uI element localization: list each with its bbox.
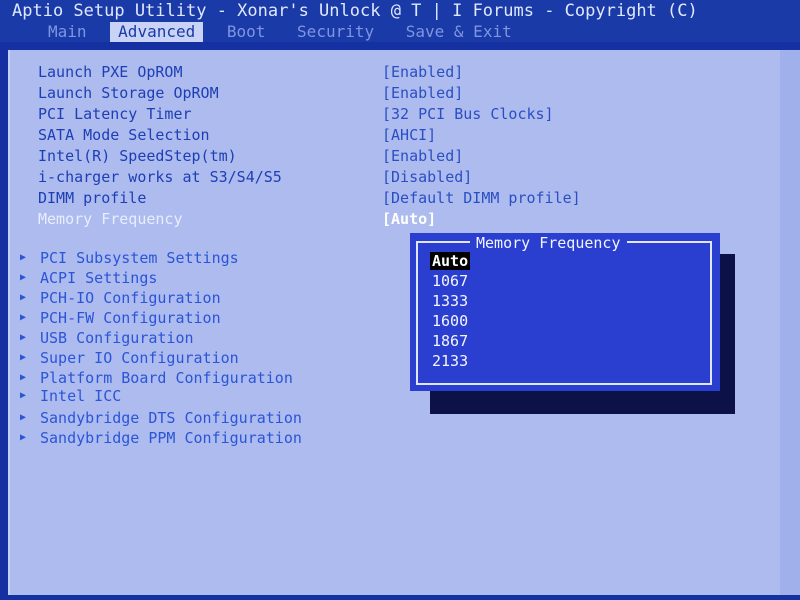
submenu-sandybridge-dts[interactable]: ▶ Sandybridge DTS Configuration bbox=[10, 408, 410, 428]
setting-label: PCI Latency Timer bbox=[38, 105, 192, 123]
submenu-sandybridge-ppm[interactable]: ▶ Sandybridge PPM Configuration bbox=[10, 428, 410, 448]
triangle-right-icon: ▶ bbox=[20, 292, 27, 303]
submenu-label: Intel ICC bbox=[40, 387, 122, 405]
setting-value[interactable]: [Enabled] bbox=[382, 83, 463, 104]
tab-main[interactable]: Main bbox=[40, 22, 95, 42]
triangle-right-icon: ▶ bbox=[20, 332, 27, 343]
tab-advanced[interactable]: Advanced bbox=[110, 22, 204, 42]
setting-value[interactable]: [32 PCI Bus Clocks] bbox=[382, 104, 554, 125]
setting-launch-storage-oprom[interactable]: Launch Storage OpROM [Enabled] bbox=[10, 83, 770, 104]
setting-value[interactable]: [Enabled] bbox=[382, 62, 463, 83]
setting-label: Launch PXE OpROM bbox=[38, 63, 183, 81]
triangle-right-icon: ▶ bbox=[20, 432, 27, 443]
tab-boot[interactable]: Boot bbox=[219, 22, 274, 42]
triangle-right-icon: ▶ bbox=[20, 390, 27, 401]
setting-memory-frequency[interactable]: Memory Frequency [Auto] bbox=[10, 209, 770, 230]
setting-value[interactable]: [Enabled] bbox=[382, 146, 463, 167]
triangle-right-icon: ▶ bbox=[20, 272, 27, 283]
submenu-platform-board[interactable]: ▶ Platform Board Configuration bbox=[10, 368, 410, 388]
option-label: 1867 bbox=[432, 332, 469, 350]
submenu-acpi[interactable]: ▶ ACPI Settings bbox=[10, 268, 410, 288]
option-label: Auto bbox=[430, 252, 471, 270]
submenu-label: PCH-IO Configuration bbox=[40, 289, 221, 307]
tab-save-exit[interactable]: Save & Exit bbox=[398, 22, 520, 42]
popup-title: Memory Frequency bbox=[470, 233, 627, 253]
option-1333[interactable]: 1333 bbox=[430, 291, 490, 311]
setting-dimm-profile[interactable]: DIMM profile [Default DIMM profile] bbox=[10, 188, 770, 209]
submenu-pci-subsystem[interactable]: ▶ PCI Subsystem Settings bbox=[10, 248, 410, 268]
tab-bar: Main Advanced Boot Security Save & Exit bbox=[0, 22, 800, 42]
submenu-label: Super IO Configuration bbox=[40, 349, 239, 367]
submenu-super-io[interactable]: ▶ Super IO Configuration bbox=[10, 348, 410, 368]
setting-label: Launch Storage OpROM bbox=[38, 84, 219, 102]
option-auto[interactable]: Auto bbox=[430, 251, 490, 271]
submenu-label: Sandybridge DTS Configuration bbox=[40, 409, 302, 427]
setting-label: SATA Mode Selection bbox=[38, 126, 210, 144]
option-label: 1333 bbox=[432, 292, 469, 310]
submenu-pch-fw[interactable]: ▶ PCH-FW Configuration bbox=[10, 308, 410, 328]
submenu-label: PCI Subsystem Settings bbox=[40, 249, 239, 267]
setting-label: i-charger works at S3/S4/S5 bbox=[38, 168, 282, 186]
option-label: 1067 bbox=[432, 272, 469, 290]
option-1867[interactable]: 1867 bbox=[430, 331, 490, 351]
triangle-right-icon: ▶ bbox=[20, 352, 27, 363]
help-panel-edge bbox=[780, 50, 800, 595]
option-label: 2133 bbox=[432, 352, 469, 370]
memory-frequency-popup: Memory Frequency Auto 1067 1333 1600 186… bbox=[410, 233, 720, 391]
submenu-label: Platform Board Configuration bbox=[40, 369, 293, 387]
setting-value[interactable]: [AHCI] bbox=[382, 125, 436, 146]
setting-value[interactable]: [Default DIMM profile] bbox=[382, 188, 581, 209]
submenu-pch-io[interactable]: ▶ PCH-IO Configuration bbox=[10, 288, 410, 308]
option-label: 1600 bbox=[432, 312, 469, 330]
triangle-right-icon: ▶ bbox=[20, 312, 27, 323]
option-1600[interactable]: 1600 bbox=[430, 311, 490, 331]
option-2133[interactable]: 2133 bbox=[430, 351, 490, 371]
title-bar: Aptio Setup Utility - Xonar's Unlock @ T… bbox=[0, 0, 800, 24]
setting-label: DIMM profile bbox=[38, 189, 147, 207]
triangle-right-icon: ▶ bbox=[20, 412, 27, 423]
setting-label: Memory Frequency bbox=[38, 210, 183, 228]
setting-label: Intel(R) SpeedStep(tm) bbox=[38, 147, 237, 165]
setting-launch-pxe-oprom[interactable]: Launch PXE OpROM [Enabled] bbox=[10, 62, 770, 83]
option-1067[interactable]: 1067 bbox=[430, 271, 490, 291]
setting-value[interactable]: [Auto] bbox=[382, 209, 436, 230]
submenu-label: Sandybridge PPM Configuration bbox=[40, 429, 302, 447]
setting-intel-speedstep[interactable]: Intel(R) SpeedStep(tm) [Enabled] bbox=[10, 146, 770, 167]
triangle-right-icon: ▶ bbox=[20, 252, 27, 263]
setting-value[interactable]: [Disabled] bbox=[382, 167, 472, 188]
setting-i-charger[interactable]: i-charger works at S3/S4/S5 [Disabled] bbox=[10, 167, 770, 188]
submenu-label: PCH-FW Configuration bbox=[40, 309, 221, 327]
triangle-right-icon: ▶ bbox=[20, 372, 27, 383]
submenu-usb[interactable]: ▶ USB Configuration bbox=[10, 328, 410, 348]
setting-pci-latency-timer[interactable]: PCI Latency Timer [32 PCI Bus Clocks] bbox=[10, 104, 770, 125]
setting-sata-mode-selection[interactable]: SATA Mode Selection [AHCI] bbox=[10, 125, 770, 146]
submenu-label: ACPI Settings bbox=[40, 269, 158, 287]
tab-security[interactable]: Security bbox=[289, 22, 382, 42]
submenu-intel-icc[interactable]: ▶ Intel ICC bbox=[10, 386, 410, 406]
submenu-label: USB Configuration bbox=[40, 329, 194, 347]
